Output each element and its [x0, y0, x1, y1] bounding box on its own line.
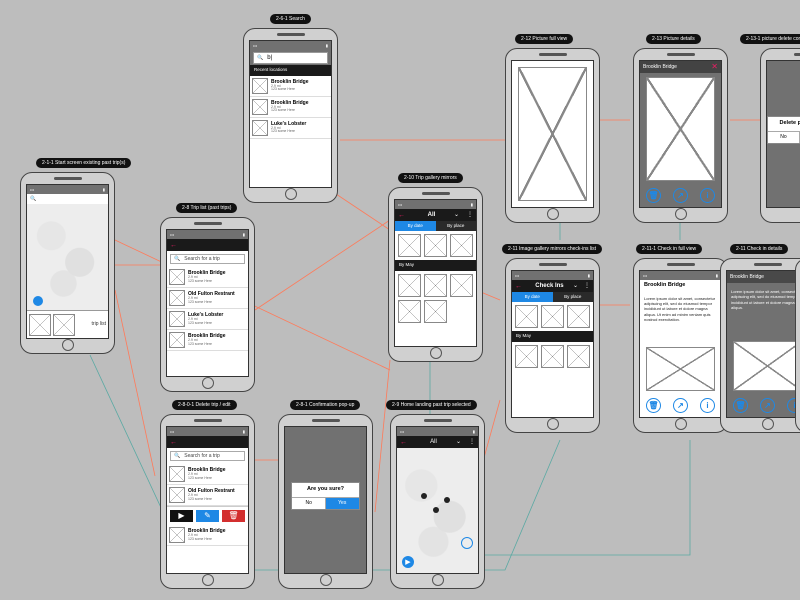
play-button[interactable]: ▶ — [170, 510, 193, 522]
phone-start: •••▮ 🔍 trip list — [20, 172, 115, 354]
list-item[interactable]: Brooklin Bridge2.9 mi123 some Here — [167, 330, 248, 351]
chevron-down-icon[interactable]: ⌄ — [456, 439, 461, 445]
phone-triplist: •••▮ ← 🔍Search for a trip Brooklin Bridg… — [160, 217, 255, 392]
checkin-title: Brooklin Bridge — [644, 282, 685, 288]
search-icon[interactable]: 🔍 — [30, 197, 36, 202]
location-pin-icon[interactable] — [33, 296, 43, 306]
checkin-text: Lorem ipsum dolor sit amet, consectetur … — [640, 292, 721, 327]
menu-icon[interactable]: ⋮ — [584, 283, 590, 289]
lbl-s111: 2-11-1 Check in full view — [636, 244, 702, 254]
lbl-s131: 2-13-1 picture delete confirmation pop-u… — [740, 34, 800, 44]
lbl-s11: 2-11 Image gallery mirrors check-ins lis… — [502, 244, 602, 254]
menu-icon[interactable]: ⋮ — [469, 439, 475, 445]
map-pin-icon[interactable] — [421, 493, 427, 499]
no-button[interactable]: No — [768, 132, 800, 143]
info-icon[interactable]: i — [700, 398, 715, 413]
search-icon: 🔍 — [257, 56, 263, 61]
share-icon[interactable]: ↗ — [673, 188, 688, 203]
delete-icon[interactable]: 🗑 — [646, 188, 661, 203]
yes-button[interactable]: Yes — [326, 498, 359, 509]
recent-header: Recent locations — [250, 65, 331, 76]
lbl-s13: 2-13 Picture details — [646, 34, 701, 44]
delete-icon[interactable]: 🗑 — [733, 398, 748, 413]
confirm-dialog: Are you sure? No Yes — [291, 482, 359, 510]
list-item[interactable]: Old Fulton Restrant2.9 mi123 some Here — [167, 485, 248, 506]
list-item[interactable]: Brooklin Bridge2.9 mi123 some Here — [250, 76, 331, 97]
list-item[interactable]: Old Fulton Restrant2.9 mi123 some Here — [167, 288, 248, 309]
info-icon[interactable]: i — [700, 188, 715, 203]
phone-partial-delete: Del No — [795, 258, 800, 433]
list-item[interactable]: Brooklin Bridge2.9 mi123 some Here — [167, 464, 248, 485]
list-item[interactable]: Brooklin Bridge2.9 mi123 some Here — [167, 267, 248, 288]
gallery-thumb[interactable] — [398, 234, 421, 257]
phone-checkin-details: Brooklin Bridge ✕ Lorem ipsum dolor sit … — [720, 258, 800, 433]
chevron-down-icon[interactable]: ⌄ — [454, 212, 459, 218]
delete-icon[interactable]: 🗑 — [646, 398, 661, 413]
share-icon[interactable]: ↗ — [673, 398, 688, 413]
phone-pic-delete: Delete picture? No Yes — [760, 48, 800, 223]
list-item[interactable]: Brooklin Bridge2.9 mi123 some Here — [250, 97, 331, 118]
menu-icon[interactable]: ⋮ — [467, 212, 473, 218]
tab-byplace[interactable]: By place — [553, 292, 594, 302]
back-icon[interactable]: ← — [400, 439, 407, 446]
back-icon[interactable]: ← — [398, 212, 405, 219]
phone-search: •••▮ 🔍 b| Recent locations Brooklin Brid… — [243, 28, 338, 203]
back-icon[interactable]: ← — [515, 283, 522, 290]
photo-title: Brooklin Bridge — [643, 65, 677, 70]
tab-byplace[interactable]: By place — [436, 221, 477, 231]
tab-bydate[interactable]: By date — [512, 292, 553, 302]
search-input[interactable]: 🔍Search for a trip — [170, 451, 245, 461]
lbl-s8: 2-8 Trip list (past trips) — [176, 203, 237, 213]
locate-button[interactable] — [461, 537, 473, 549]
delete-button[interactable]: 🗑 — [222, 510, 245, 522]
phone-checkins: •••▮ ←Check Ins⌄⋮ By dateBy place By May — [505, 258, 600, 433]
delete-dialog: Delete picture? No Yes — [767, 116, 800, 144]
phone-pic-full — [505, 48, 600, 223]
list-item[interactable]: Brooklin Bridge2.9 mi123 some Here — [167, 525, 248, 546]
lbl-s12: 2-12 Picture full view — [515, 34, 573, 44]
lbl-s112: 2-11 Check in details — [730, 244, 788, 254]
phone-triplist-actions: •••▮ ← 🔍Search for a trip Brooklin Bridg… — [160, 414, 255, 589]
play-button[interactable]: ▶ — [402, 556, 414, 568]
trip-strip[interactable]: trip list — [27, 310, 108, 338]
edit-button[interactable]: ✎ — [196, 510, 219, 522]
phone-gallery: •••▮ ←All⌄⋮ By dateBy place By May — [388, 187, 483, 362]
search-icon: 🔍 — [174, 257, 180, 262]
lbl-s9: 2-9 Home landing past trip selected — [386, 400, 477, 410]
close-icon[interactable]: ✕ — [711, 63, 718, 71]
lbl-s6: 2-6-1 Search — [270, 14, 311, 24]
lbl-s10: 2-10 Trip gallery mirrors — [398, 173, 463, 183]
search-input[interactable]: 🔍 b| — [253, 52, 328, 64]
chevron-down-icon[interactable]: ⌄ — [573, 283, 578, 289]
phone-checkin-full: •••▮ Brooklin Bridge Lorem ipsum dolor s… — [633, 258, 728, 433]
back-icon[interactable]: ← — [170, 439, 177, 446]
search-input[interactable]: 🔍Search for a trip — [170, 254, 245, 264]
back-icon[interactable]: ← — [170, 242, 177, 249]
share-icon[interactable]: ↗ — [760, 398, 775, 413]
phone-pic-details: Brooklin Bridge ✕ 🗑 ↗ i — [633, 48, 728, 223]
no-button[interactable]: No — [292, 498, 326, 509]
lbl-s801: 2-8-0-1 Delete trip / edit — [172, 400, 237, 410]
lbl-sconf: 2-8-1 Confirmation pop-up — [290, 400, 360, 410]
list-item[interactable]: Luke's Lobster2.9 mi123 some Here — [167, 309, 248, 330]
map-pin-icon[interactable] — [444, 497, 450, 503]
tab-bydate[interactable]: By date — [395, 221, 436, 231]
phone-map-selected: •••▮ ←All⌄⋮ ▶ — [390, 414, 485, 589]
lbl-s1: 2-1-1 Start screen existing past trip(s) — [36, 158, 131, 168]
phone-confirm: Are you sure? No Yes — [278, 414, 373, 589]
list-item[interactable]: Luke's Lobster2.9 mi123 some Here — [250, 118, 331, 139]
